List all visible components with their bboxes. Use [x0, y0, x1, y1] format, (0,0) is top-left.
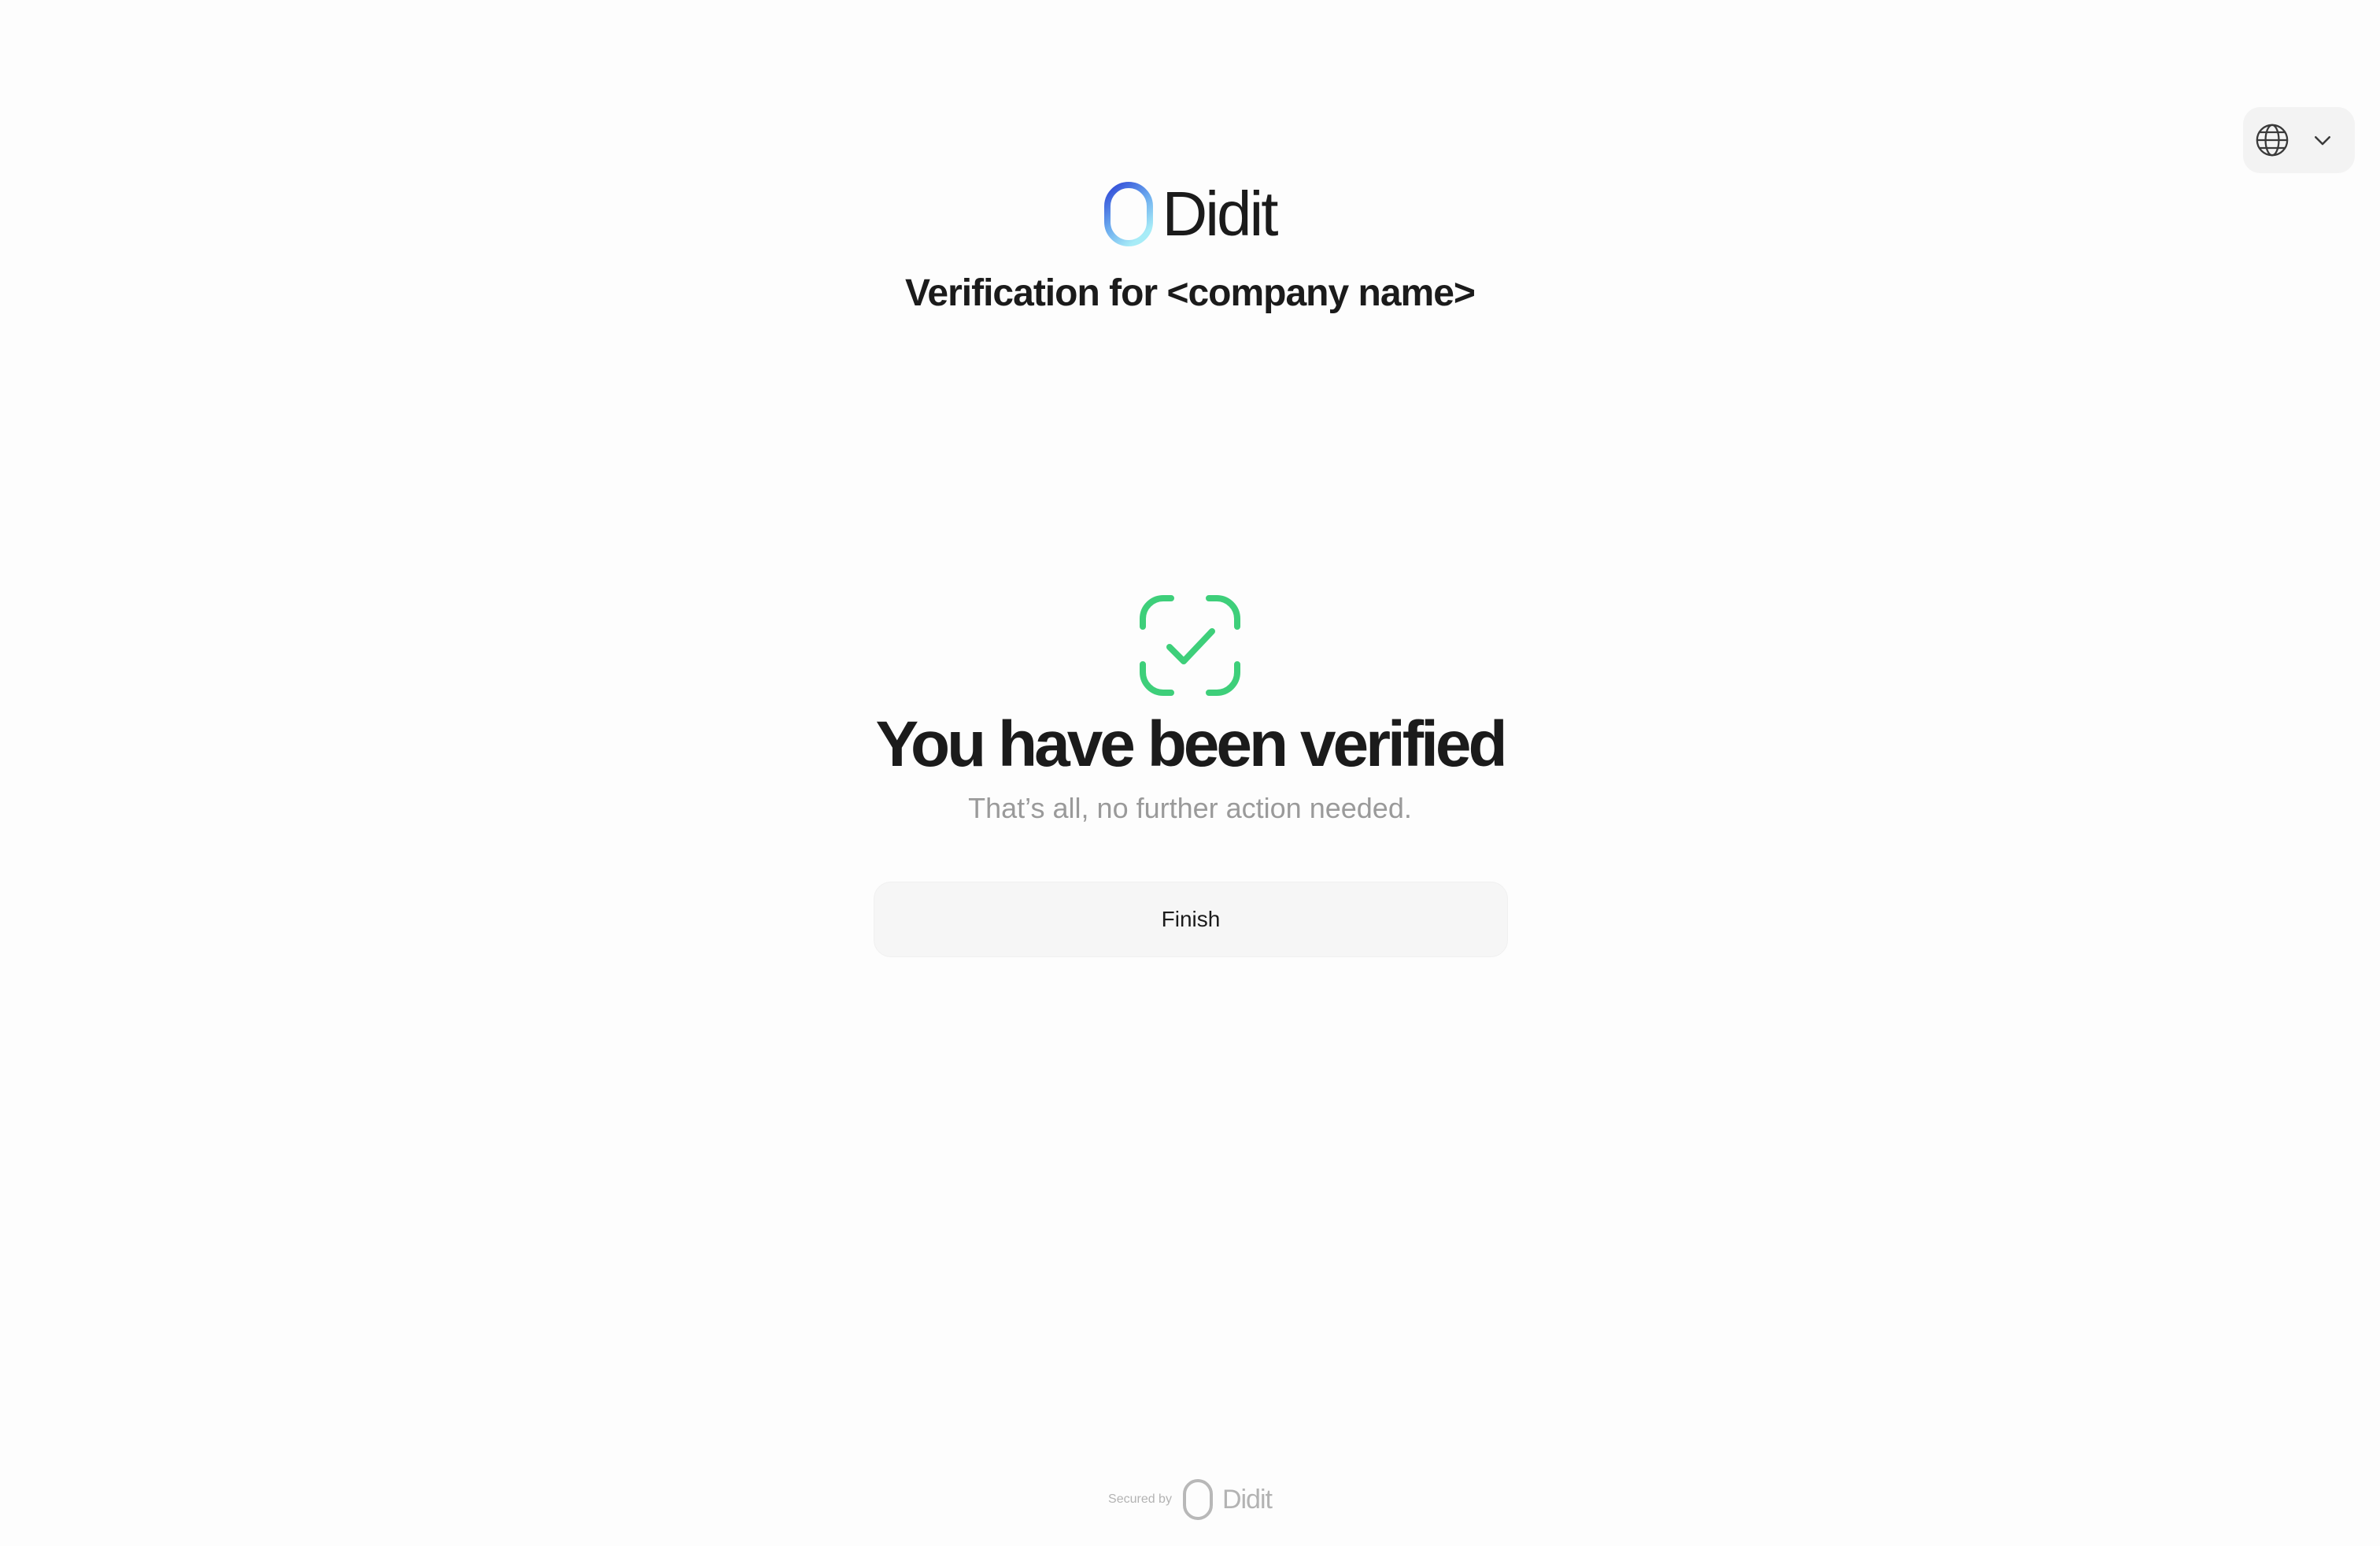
- verified-check-icon: [1140, 595, 1240, 696]
- secured-by-footer: Secured by Didit: [0, 1475, 2380, 1524]
- language-selector[interactable]: [2243, 107, 2355, 173]
- finish-button[interactable]: Finish: [874, 882, 1508, 957]
- brand-name: Didit: [1162, 179, 1278, 249]
- success-headline: You have been verified: [875, 708, 1507, 780]
- chevron-down-icon: [2315, 136, 2330, 146]
- brand-logo: Didit: [0, 178, 2380, 250]
- verification-page: Didit Verification for <company name> Yo…: [0, 0, 2380, 1546]
- didit-logo-icon: [1104, 182, 1154, 246]
- success-message: That’s all, no further action needed.: [968, 792, 1412, 824]
- secured-by-label: Secured by: [1108, 1492, 1172, 1506]
- footer-brand-name: Didit: [1221, 1484, 1273, 1515]
- didit-footer-logo-icon: [1182, 1479, 1213, 1520]
- globe-icon: [2256, 124, 2289, 157]
- page-subtitle: Verification for <company name>: [905, 272, 1476, 314]
